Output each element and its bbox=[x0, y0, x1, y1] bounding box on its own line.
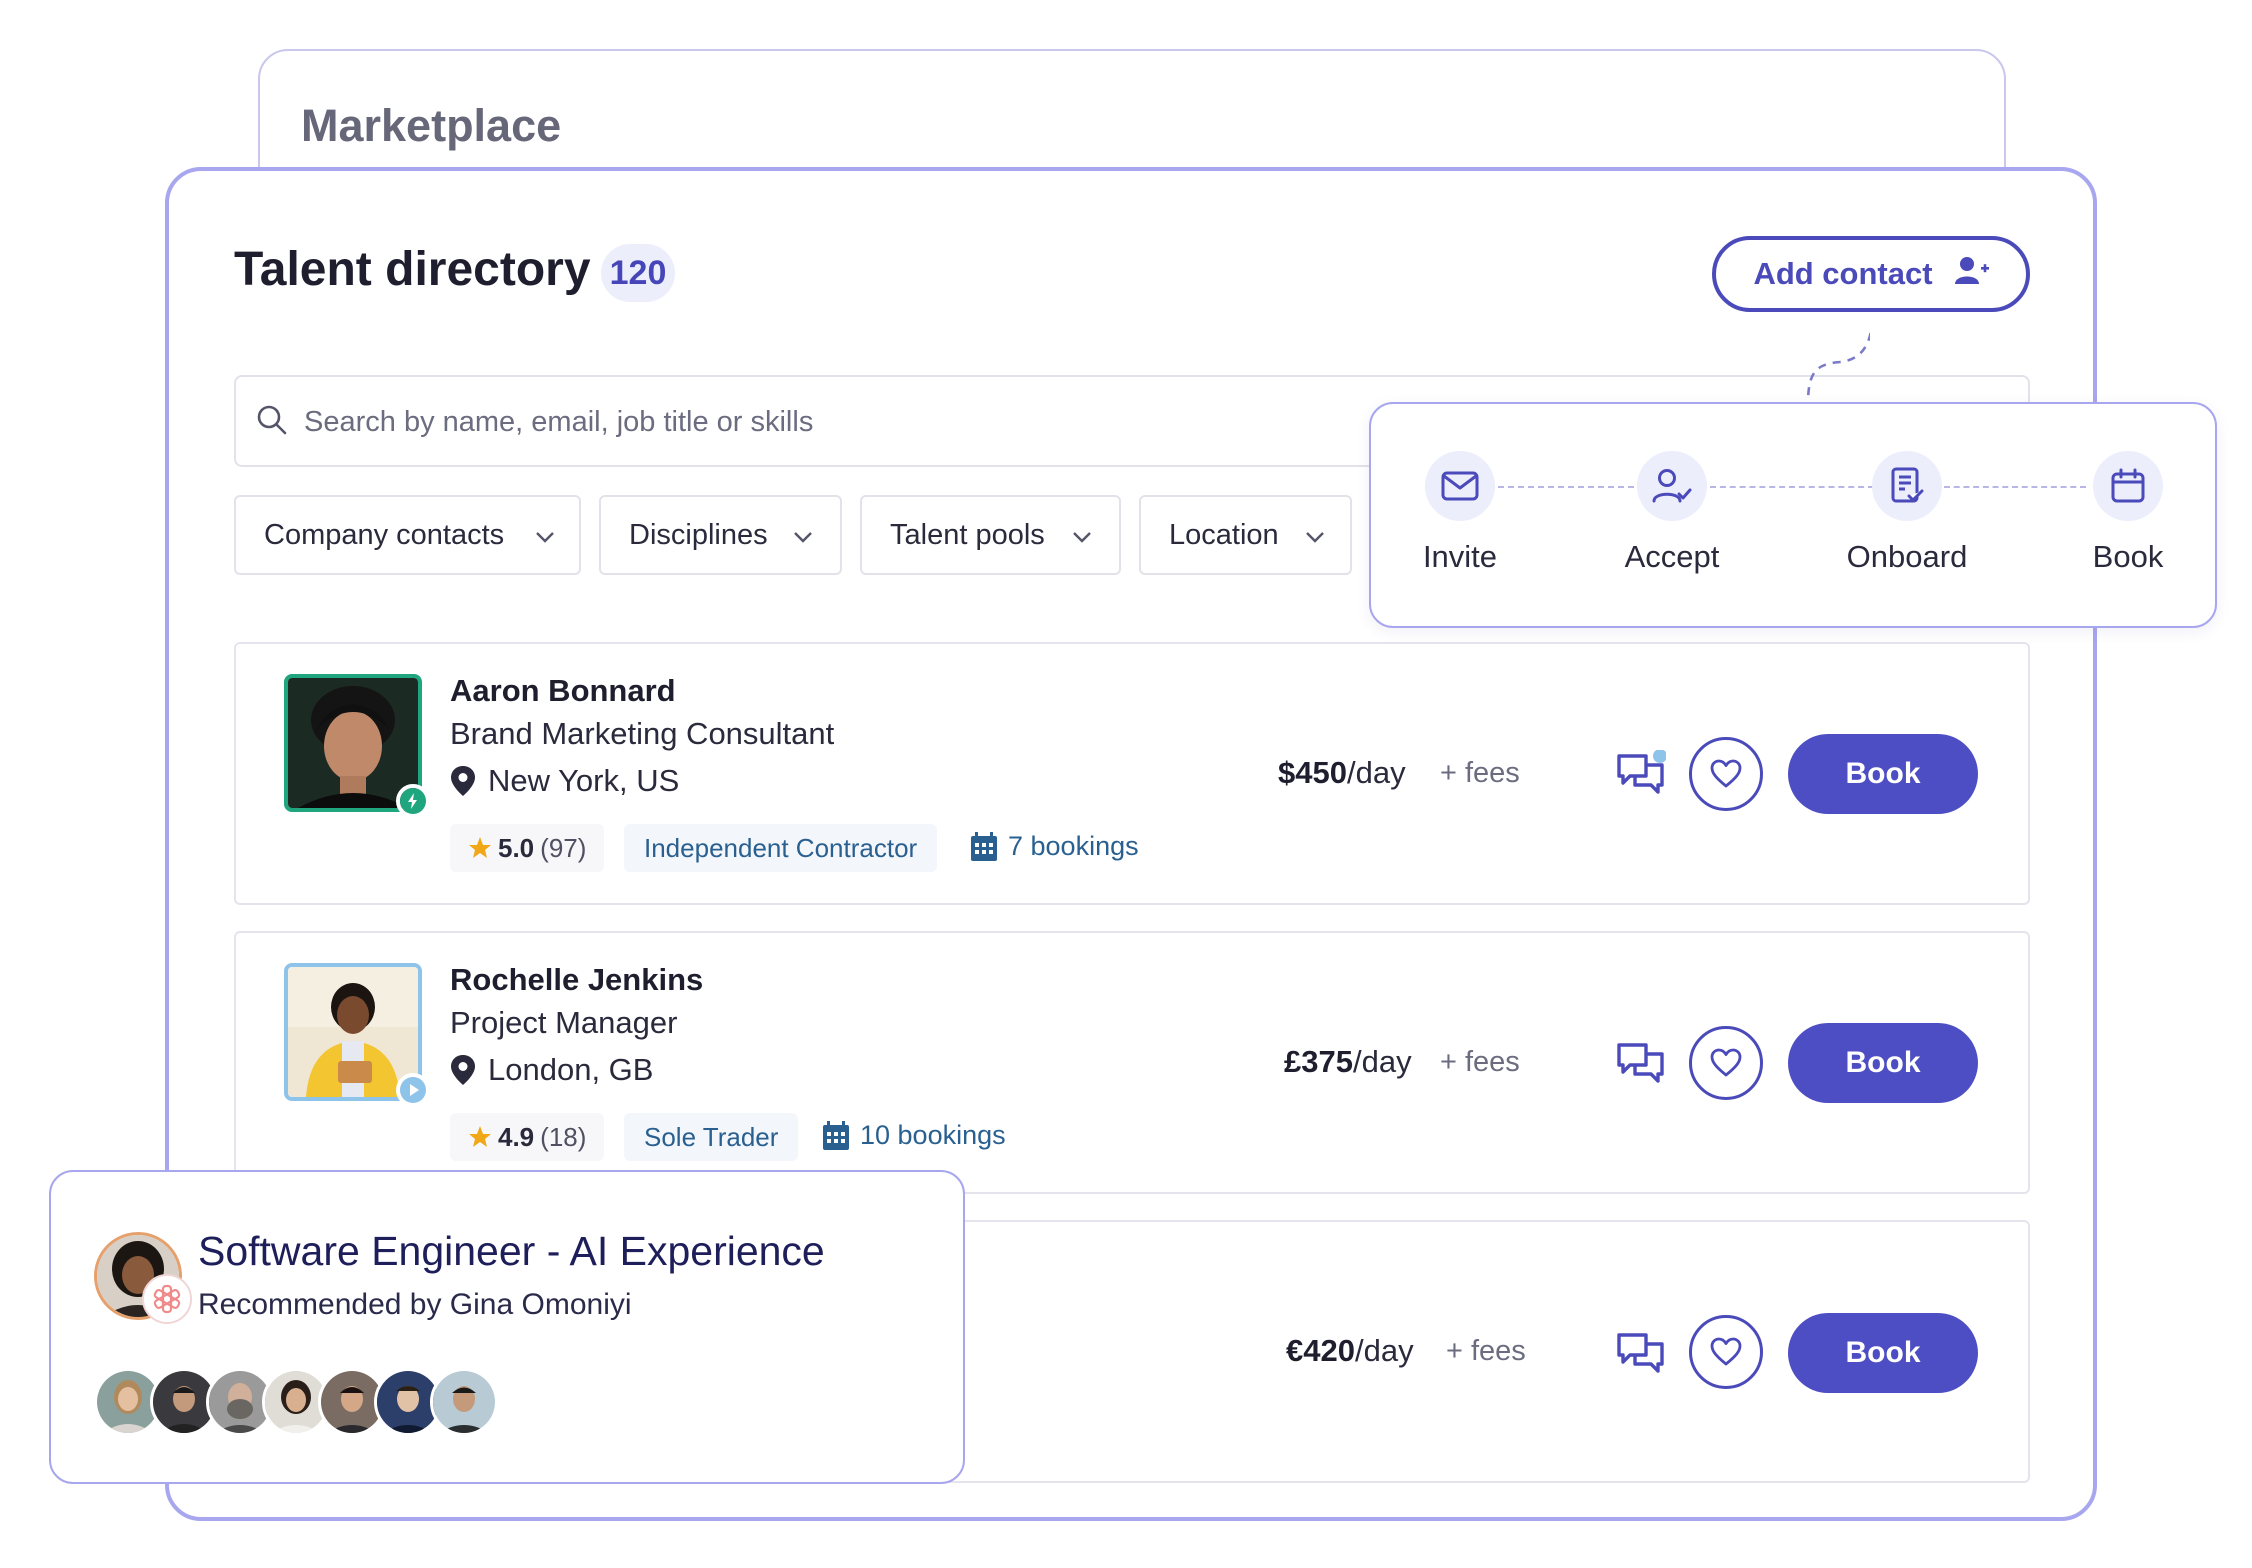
medical-cross-icon bbox=[142, 1274, 192, 1324]
talent-name[interactable]: Rochelle Jenkins bbox=[450, 962, 703, 998]
filter-label: Location bbox=[1169, 518, 1279, 551]
star-icon bbox=[469, 837, 491, 858]
map-pin-icon bbox=[451, 1055, 475, 1085]
talent-job-title: Brand Marketing Consultant bbox=[450, 716, 835, 751]
chevron-down-icon bbox=[536, 532, 554, 543]
location-text: London, GB bbox=[488, 1052, 654, 1087]
worker-type-chip: Sole Trader bbox=[624, 1113, 799, 1161]
flow-step-invite[interactable]: Invite bbox=[1370, 451, 1550, 575]
day-rate: £375/day bbox=[1284, 1044, 1412, 1080]
talent-name[interactable]: Aaron Bonnard bbox=[450, 673, 676, 709]
recommendation-title[interactable]: Software Engineer - AI Experience bbox=[198, 1228, 825, 1275]
location-text: New York, US bbox=[488, 763, 680, 798]
talent-location: London, GB bbox=[450, 1052, 653, 1088]
user-plus-icon bbox=[1954, 255, 1989, 293]
rate-amount: €420 bbox=[1286, 1333, 1355, 1368]
calendar-icon bbox=[2093, 451, 2163, 521]
bookings-count[interactable]: 10 bookings bbox=[822, 1120, 1006, 1151]
heart-icon bbox=[1710, 1048, 1742, 1077]
calendar-icon bbox=[823, 1120, 849, 1150]
flow-step-accept[interactable]: Accept bbox=[1582, 451, 1762, 575]
book-button[interactable]: Book bbox=[1788, 734, 1978, 814]
flow-step-label: Book bbox=[2092, 539, 2164, 574]
talent-location: New York, US bbox=[450, 763, 679, 799]
chevron-down-icon bbox=[1306, 532, 1324, 543]
chat-icon[interactable] bbox=[1616, 749, 1667, 803]
page-title: Talent directory bbox=[234, 243, 591, 296]
rate-period: /day bbox=[1346, 755, 1406, 790]
bookings-text: 7 bookings bbox=[1008, 831, 1139, 861]
search-placeholder: Search by name, email, job title or skil… bbox=[304, 406, 814, 438]
bookings-count[interactable]: 7 bookings bbox=[970, 831, 1139, 862]
worker-type-chip: Independent Contractor bbox=[624, 824, 938, 872]
search-icon bbox=[256, 404, 288, 441]
book-button[interactable]: Book bbox=[1788, 1023, 1978, 1103]
chat-icon[interactable] bbox=[1616, 1039, 1666, 1092]
envelope-icon bbox=[1425, 451, 1495, 521]
document-check-icon bbox=[1872, 451, 1942, 521]
rating-value: 4.9 bbox=[498, 1121, 535, 1152]
fees-note: + fees bbox=[1440, 757, 1520, 789]
favorite-button[interactable] bbox=[1689, 1315, 1763, 1389]
rate-period: /day bbox=[1354, 1333, 1414, 1368]
fees-note: + fees bbox=[1446, 1335, 1526, 1367]
filter-label: Disciplines bbox=[629, 518, 768, 551]
chevron-down-icon bbox=[1073, 532, 1091, 543]
marketplace-title: Marketplace bbox=[301, 100, 562, 151]
filter-company-contacts[interactable]: Company contacts bbox=[234, 495, 581, 575]
filter-talent-pools[interactable]: Talent pools bbox=[860, 495, 1121, 575]
flow-step-label: Invite bbox=[1422, 539, 1498, 574]
favorite-button[interactable] bbox=[1689, 737, 1763, 811]
calendar-icon bbox=[971, 831, 997, 861]
rating-chip: 5.0 (97) bbox=[450, 824, 605, 872]
filter-disciplines[interactable]: Disciplines bbox=[599, 495, 842, 575]
recommendation-card[interactable] bbox=[49, 1170, 965, 1484]
fees-note: + fees bbox=[1440, 1046, 1520, 1078]
flow-step-onboard[interactable]: Onboard bbox=[1817, 451, 1997, 575]
add-contact-label: Add contact bbox=[1753, 256, 1933, 291]
flow-step-label: Onboard bbox=[1846, 539, 1968, 574]
day-rate: €420/day bbox=[1286, 1333, 1414, 1369]
favorite-button[interactable] bbox=[1689, 1026, 1763, 1100]
quick-book-badge bbox=[396, 784, 430, 818]
count-badge: 120 bbox=[601, 244, 675, 302]
flow-connector bbox=[1806, 328, 1870, 405]
flow-step-book[interactable]: Book bbox=[2038, 451, 2218, 575]
chat-icon[interactable] bbox=[1616, 1329, 1666, 1382]
map-pin-icon bbox=[451, 766, 475, 796]
rate-amount: $450 bbox=[1278, 755, 1347, 790]
avatar bbox=[430, 1368, 498, 1436]
talent-job-title: Project Manager bbox=[450, 1005, 678, 1040]
recommendation-subtitle: Recommended by Gina Omoniyi bbox=[198, 1288, 632, 1321]
rate-amount: £375 bbox=[1284, 1044, 1353, 1079]
bookings-text: 10 bookings bbox=[860, 1120, 1006, 1150]
star-icon bbox=[469, 1126, 491, 1147]
filter-label: Talent pools bbox=[890, 518, 1045, 551]
rating-value: 5.0 bbox=[498, 832, 535, 863]
review-count: (97) bbox=[540, 832, 587, 863]
rating-chip: 4.9 (18) bbox=[450, 1113, 605, 1161]
day-rate: $450/day bbox=[1278, 755, 1406, 791]
review-count: (18) bbox=[540, 1121, 587, 1152]
heart-icon bbox=[1710, 1337, 1742, 1366]
rate-period: /day bbox=[1352, 1044, 1412, 1079]
add-contact-button[interactable]: Add contact bbox=[1712, 236, 2030, 312]
book-button[interactable]: Book bbox=[1788, 1313, 1978, 1393]
play-video-badge[interactable] bbox=[396, 1073, 430, 1107]
heart-icon bbox=[1710, 759, 1742, 788]
filter-label: Company contacts bbox=[264, 518, 505, 551]
user-check-icon bbox=[1637, 451, 1707, 521]
chevron-down-icon bbox=[794, 532, 812, 543]
flow-step-label: Accept bbox=[1624, 539, 1720, 574]
filter-location[interactable]: Location bbox=[1139, 495, 1352, 575]
